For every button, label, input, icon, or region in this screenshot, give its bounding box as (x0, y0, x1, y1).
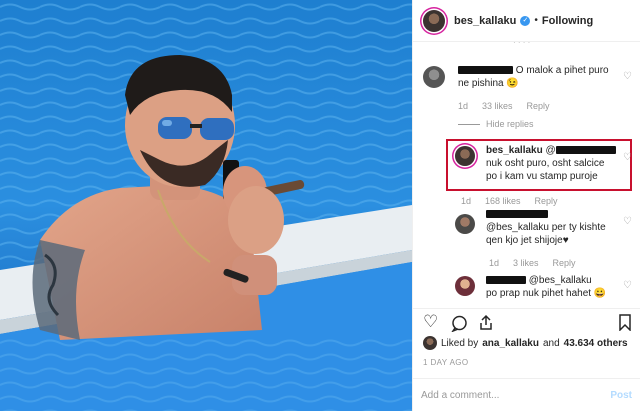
post-header: bes_kallaku ✓ • Following (413, 0, 640, 42)
like-heart-icon[interactable]: ♡ (623, 152, 632, 163)
comment-item: bes_kallaku @ nuk osht puro, osht salcic… (413, 144, 640, 206)
reply-button[interactable]: Reply (527, 101, 550, 111)
comment-text: O malok a pihet puro ne pishina 😉 (458, 64, 613, 90)
avatar[interactable] (423, 9, 445, 32)
bookmark-icon[interactable] (618, 314, 632, 331)
comment-likes-count[interactable]: 3 likes (513, 258, 539, 268)
comment-time: 1d (458, 101, 469, 111)
like-heart-icon[interactable]: ♡ (623, 71, 632, 82)
comments-list: · · · · O malok a pihet puro ne pishina … (413, 42, 640, 304)
comment-text: bes_kallaku @ nuk osht puro, osht salcic… (486, 144, 616, 183)
hide-replies-label[interactable]: Hide replies (486, 119, 534, 129)
comment-body: po prap nuk pihet hahet 😀 (486, 288, 607, 299)
comment-text: @bes_kallaku po prap nuk pihet hahet 😀 (486, 274, 616, 300)
reply-button[interactable]: Reply (535, 196, 558, 206)
liked-by-and: and (542, 337, 560, 349)
comment-item: @bes_kallaku po prap nuk pihet hahet 😀 ♡ (413, 274, 640, 304)
verified-badge-icon: ✓ (520, 15, 531, 26)
like-heart-icon[interactable]: ♡ (623, 216, 632, 227)
avatar[interactable] (423, 66, 445, 88)
comment-likes-count[interactable]: 168 likes (485, 196, 521, 206)
comment-input[interactable]: Add a comment... (421, 390, 610, 401)
comment-icon[interactable] (451, 315, 468, 332)
like-heart-icon[interactable]: ♡ (623, 280, 632, 291)
comment-meta: 1d 168 likes Reply (461, 196, 558, 206)
heart-icon[interactable]: ♡ (423, 313, 438, 331)
partial-scrolled-content: · · · · (513, 42, 531, 47)
comment-mention[interactable]: @bes_kallaku (529, 275, 592, 286)
comment-meta: 1d 33 likes Reply (458, 101, 550, 111)
post-side-panel: bes_kallaku ✓ • Following · · · · O malo… (412, 0, 640, 411)
avatar[interactable] (423, 336, 437, 350)
add-comment-bar: Add a comment... Post (413, 378, 640, 411)
post-button[interactable]: Post (610, 390, 632, 401)
mention-prefix: @ (545, 145, 556, 156)
redacted-username (458, 66, 513, 75)
comment-body: nuk osht puro, osht salcice po i kam vu … (486, 158, 605, 182)
comment-time: 1d (461, 196, 472, 206)
post-time-ago[interactable]: 1 DAY AGO (423, 358, 469, 367)
post-actions-bar: ♡ (413, 308, 640, 334)
list-item: · · · · (413, 42, 640, 48)
liked-by-row: Liked by ana_kallaku and 43.634 others (423, 336, 640, 350)
comment-meta: 1d 3 likes Reply (489, 258, 576, 268)
hide-replies-toggle[interactable]: Hide replies (458, 119, 534, 129)
share-icon[interactable] (478, 314, 494, 331)
liked-by-others-count[interactable]: 43.634 others (564, 338, 628, 349)
avatar[interactable] (455, 276, 475, 296)
comment-likes-count[interactable]: 33 likes (482, 101, 513, 111)
comment-text: @bes_kallaku per ty kishte qen kjo jet s… (486, 208, 616, 247)
comment-body: @bes_kallaku per ty kishte qen kjo jet s… (486, 222, 606, 246)
reply-button[interactable]: Reply (553, 258, 576, 268)
pool-photo-image (0, 0, 412, 411)
hide-replies-line (458, 123, 480, 125)
post-photo (0, 0, 412, 411)
following-button[interactable]: Following (542, 15, 593, 27)
liked-by-user[interactable]: ana_kallaku (482, 338, 539, 349)
separator-dot: • (534, 15, 538, 26)
avatar[interactable] (455, 146, 475, 166)
comment-username[interactable]: bes_kallaku (486, 145, 543, 156)
header-username[interactable]: bes_kallaku (454, 15, 516, 27)
redacted-mention (555, 146, 616, 155)
liked-by-prefix: Liked by (441, 337, 479, 349)
comment-item: @bes_kallaku per ty kishte qen kjo jet s… (413, 208, 640, 268)
redacted-username (486, 210, 548, 219)
comment-item: O malok a pihet puro ne pishina 😉 ♡ 1d 3… (413, 64, 640, 134)
redacted-username (486, 276, 526, 285)
comment-time: 1d (489, 258, 500, 268)
avatar[interactable] (455, 214, 475, 234)
